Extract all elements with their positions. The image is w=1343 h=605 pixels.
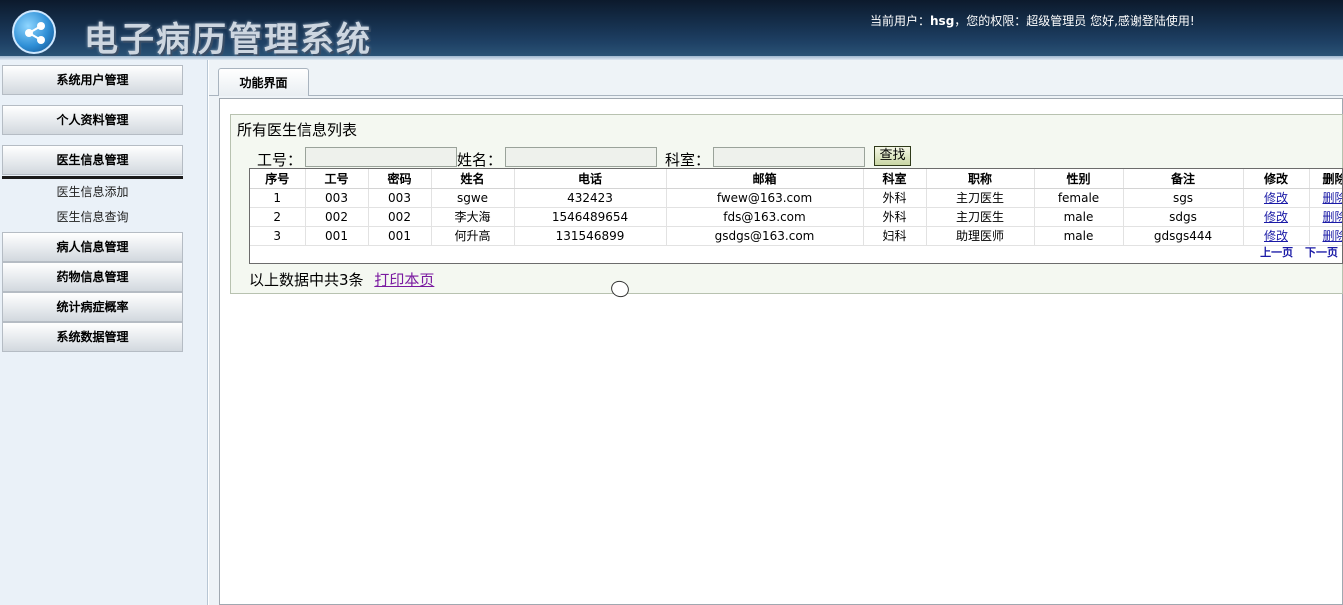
cell-password: 003 (368, 188, 432, 208)
cell-dept: 外科 (863, 207, 927, 227)
cell-dept: 妇科 (863, 226, 927, 246)
app-title: 电子病历管理系统 (84, 20, 372, 60)
user-info: 当前用户：hsg，您的权限：超级管理员 您好,感谢登陆使用! (870, 12, 1195, 29)
sidebar-subitem-doctor-add[interactable]: 医生信息添加 (2, 180, 183, 204)
delete-link[interactable]: 删除 (1322, 191, 1342, 205)
delete-link[interactable]: 删除 (1322, 210, 1342, 224)
cell-phone: 432423 (514, 188, 667, 208)
cell-dept: 外科 (863, 188, 927, 208)
cell-index: 3 (250, 226, 306, 246)
sidebar-item-patient-info[interactable]: 病人信息管理 (2, 232, 183, 262)
user-prefix: 当前用户： (870, 14, 931, 28)
col-header: 备注 (1123, 169, 1244, 189)
cell-id: 001 (305, 226, 369, 246)
prev-page-link[interactable]: 上一页 (1260, 246, 1293, 259)
col-header: 科室 (863, 169, 927, 189)
dept-input[interactable] (713, 147, 865, 167)
cell-name: 何升高 (431, 226, 515, 246)
cell-remark: sgs (1123, 188, 1244, 208)
cell-email: fwew@163.com (666, 188, 864, 208)
panel-title: 所有医生信息列表 (237, 121, 358, 139)
delete-link[interactable]: 删除 (1322, 229, 1342, 243)
sidebar-item-disease-stats[interactable]: 统计病症概率 (2, 292, 183, 322)
search-button[interactable]: 查找 (874, 146, 911, 166)
col-header: 姓名 (431, 169, 515, 189)
col-header: 删除 (1309, 169, 1342, 189)
cell-delete: 删除 (1309, 226, 1342, 246)
summary-text: 以上数据中共3条 (249, 271, 364, 289)
col-header: 工号 (305, 169, 369, 189)
cell-password: 001 (368, 226, 432, 246)
sidebar-item-system-users[interactable]: 系统用户管理 (2, 65, 183, 95)
cell-edit: 修改 (1243, 226, 1310, 246)
record-summary: 以上数据中共3条 打印本页 (249, 269, 434, 290)
cell-remark: sdgs (1123, 207, 1244, 227)
cell-edit: 修改 (1243, 207, 1310, 227)
edit-link[interactable]: 修改 (1264, 210, 1288, 224)
cell-delete: 删除 (1309, 188, 1342, 208)
user-name: hsg (930, 14, 955, 28)
name-label: 姓名： (457, 151, 503, 169)
cell-name: 李大海 (431, 207, 515, 227)
table-row: 1 003 003 sgwe 432423 fwew@163.com 外科 主刀… (250, 188, 1342, 208)
sidebar-subitem-doctor-query[interactable]: 医生信息查询 (2, 205, 183, 229)
app-header: 电子病历管理系统 当前用户：hsg，您的权限：超级管理员 您好,感谢登陆使用! (0, 0, 1343, 60)
cell-id: 002 (305, 207, 369, 227)
doctor-table: 序号 工号 密码 姓名 电话 邮箱 科室 职称 性别 备注 修改 删除 1 (250, 169, 1342, 246)
cell-title: 助理医师 (926, 226, 1035, 246)
col-header: 邮箱 (666, 169, 864, 189)
id-label: 工号： (257, 151, 303, 169)
col-header: 序号 (250, 169, 306, 189)
cell-phone: 131546899 (514, 226, 667, 246)
col-header: 性别 (1034, 169, 1124, 189)
main-area: 功能界面 所有医生信息列表 工号： 姓名： 科室： 查找 序号 工号 密码 姓名… (209, 60, 1343, 605)
logo-icon (12, 10, 56, 54)
edit-link[interactable]: 修改 (1264, 191, 1288, 205)
cell-title: 主刀医生 (926, 207, 1035, 227)
cell-remark: gdsgs444 (1123, 226, 1244, 246)
col-header: 电话 (514, 169, 667, 189)
cell-email: gsdgs@163.com (666, 226, 864, 246)
sidebar-item-doctor-info[interactable]: 医生信息管理 (2, 145, 183, 175)
tab-baseline (209, 95, 1343, 96)
cell-gender: male (1034, 226, 1124, 246)
cell-password: 002 (368, 207, 432, 227)
cell-title: 主刀医生 (926, 188, 1035, 208)
col-header: 职称 (926, 169, 1035, 189)
next-page-link[interactable]: 下一页 (1305, 246, 1338, 259)
tab-function[interactable]: 功能界面 (218, 68, 309, 96)
table-header-row: 序号 工号 密码 姓名 电话 邮箱 科室 职称 性别 备注 修改 删除 (250, 169, 1342, 189)
cell-delete: 删除 (1309, 207, 1342, 227)
sidebar-item-drug-info[interactable]: 药物信息管理 (2, 262, 183, 292)
doctor-table-container: 序号 工号 密码 姓名 电话 邮箱 科室 职称 性别 备注 修改 删除 1 (249, 168, 1343, 264)
cell-edit: 修改 (1243, 188, 1310, 208)
cell-index: 1 (250, 188, 306, 208)
col-header: 修改 (1243, 169, 1310, 189)
cell-id: 003 (305, 188, 369, 208)
table-row: 3 001 001 何升高 131546899 gsdgs@163.com 妇科… (250, 226, 1342, 246)
edit-link[interactable]: 修改 (1264, 229, 1288, 243)
col-header: 密码 (368, 169, 432, 189)
role-text: ，您的权限：超级管理员 您好,感谢登陆使用! (954, 14, 1195, 28)
sidebar-item-system-data[interactable]: 系统数据管理 (2, 322, 183, 352)
print-page-link[interactable]: 打印本页 (374, 271, 434, 289)
cell-gender: male (1034, 207, 1124, 227)
cell-phone: 1546489654 (514, 207, 667, 227)
dept-label: 科室： (665, 151, 711, 169)
cell-name: sgwe (431, 188, 515, 208)
sidebar-divider (2, 176, 183, 179)
pager: 上一页 下一页 (1252, 244, 1338, 260)
name-input[interactable] (505, 147, 657, 167)
cell-index: 2 (250, 207, 306, 227)
cell-gender: female (1034, 188, 1124, 208)
sidebar-item-profile[interactable]: 个人资料管理 (2, 105, 183, 135)
table-row: 2 002 002 李大海 1546489654 fds@163.com 外科 … (250, 207, 1342, 227)
cell-email: fds@163.com (666, 207, 864, 227)
sidebar: 系统用户管理 个人资料管理 医生信息管理 医生信息添加 医生信息查询 病人信息管… (0, 60, 208, 605)
id-input[interactable] (305, 147, 457, 167)
